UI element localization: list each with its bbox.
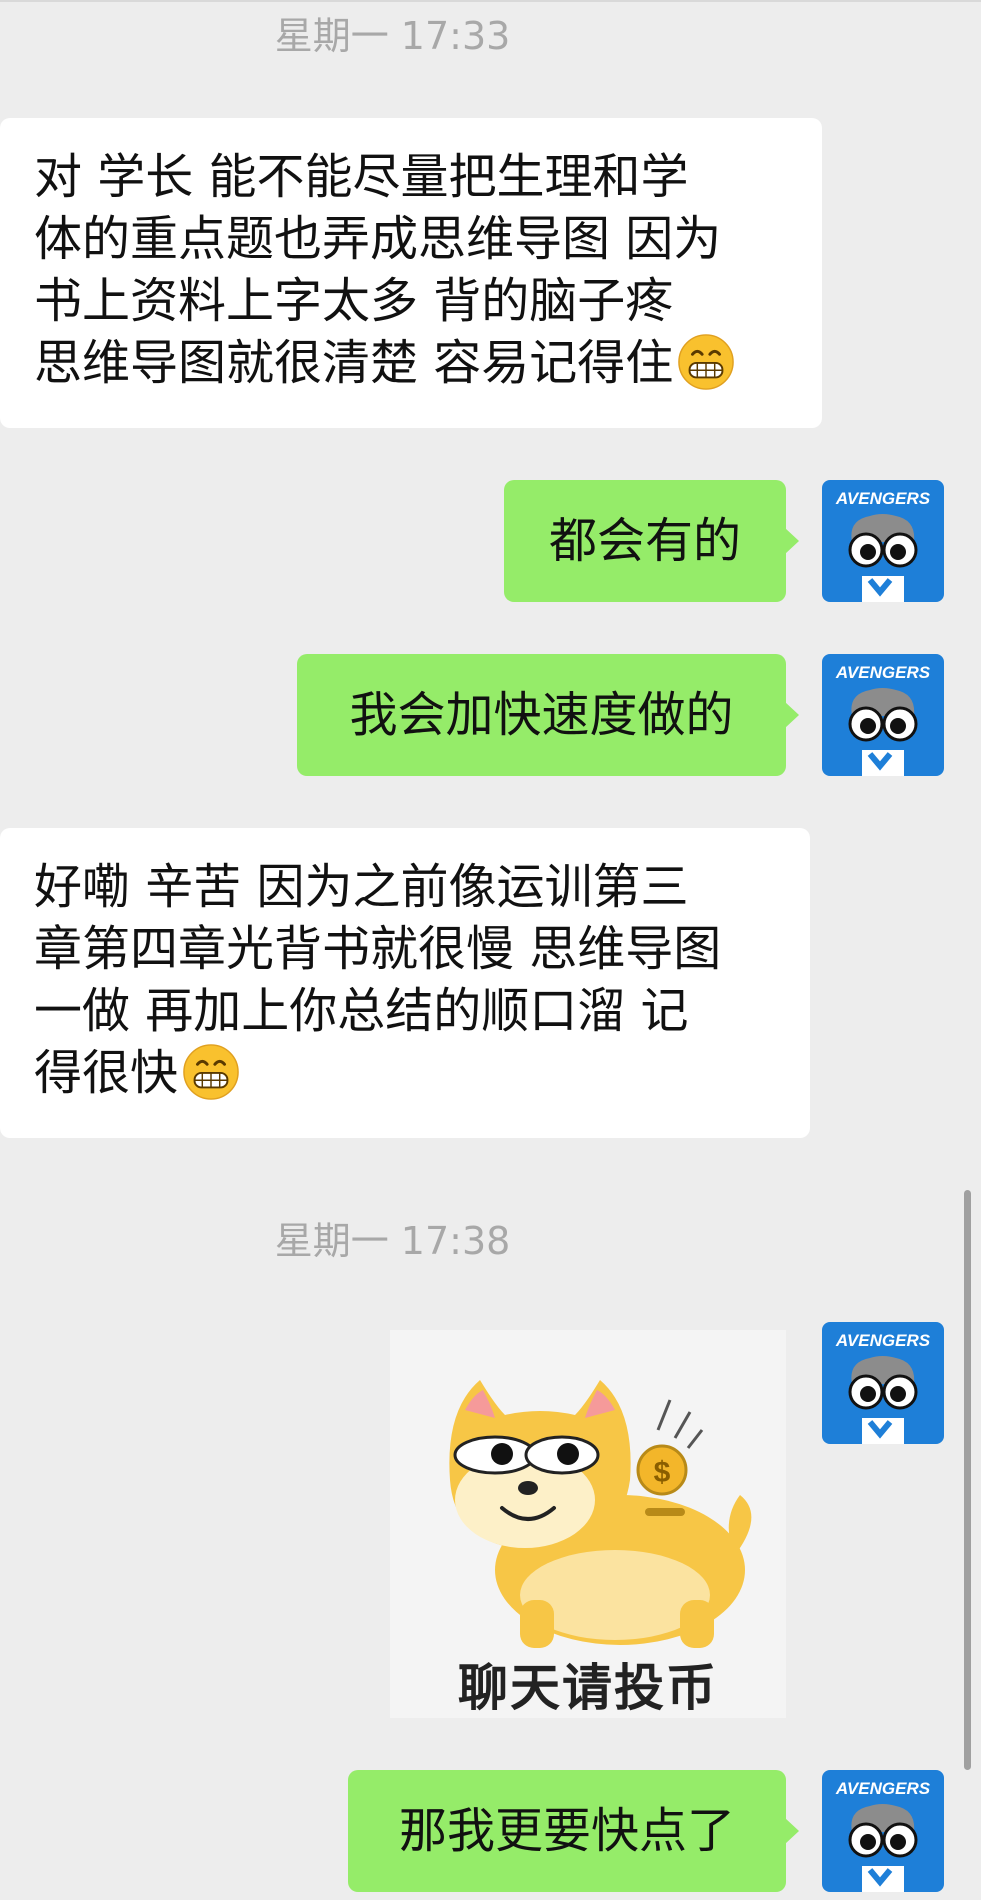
message-line: 对 学长 能不能尽量把生理和学: [34, 149, 689, 205]
message-line: 书上资料上字太多 背的脑子疼: [34, 273, 674, 329]
avengers-avatar-icon[interactable]: AVENGERS: [822, 480, 944, 602]
message-line: 章第四章光背书就很慢 思维导图: [34, 921, 722, 977]
message-line: 一做 再加上你总结的顺口溜 记: [34, 983, 689, 1039]
message-text: 那我更要快点了: [398, 1803, 735, 1859]
grinning-emoji-icon: [678, 334, 735, 390]
message-line: 体的重点题也弄成思维导图 因为: [34, 211, 722, 267]
shiba-piggy-bank-sticker[interactable]: $ 聊天请投币: [390, 1330, 786, 1718]
svg-text:AVENGERS: AVENGERS: [835, 663, 931, 682]
message-line: 好嘞 辛苦 因为之前像运训第三: [34, 859, 689, 915]
scrollbar[interactable]: [964, 1190, 971, 1770]
svg-text:AVENGERS: AVENGERS: [835, 1779, 931, 1798]
message-bubble-outgoing[interactable]: 都会有的: [504, 480, 799, 602]
message-bubble-incoming[interactable]: 好嘞 辛苦 因为之前像运训第三 章第四章光背书就很慢 思维导图 一做 再加上你总…: [0, 828, 810, 1138]
message-text: 我会加快速度做的: [349, 687, 734, 743]
top-divider: [0, 0, 981, 2]
svg-text:AVENGERS: AVENGERS: [835, 489, 931, 508]
avengers-avatar-icon[interactable]: AVENGERS: [822, 1322, 944, 1444]
svg-text:AVENGERS: AVENGERS: [835, 1331, 931, 1350]
message-bubble-incoming[interactable]: 对 学长 能不能尽量把生理和学 体的重点题也弄成思维导图 因为 书上资料上字太多…: [0, 118, 822, 428]
svg-text:$: $: [654, 1456, 671, 1489]
message-bubble-outgoing[interactable]: 我会加快速度做的: [297, 654, 799, 776]
message-line: 思维导图就很清楚 容易记得住: [34, 335, 674, 391]
avengers-avatar-icon[interactable]: AVENGERS: [822, 1770, 944, 1892]
message-text: 都会有的: [548, 513, 741, 569]
timestamp: 星期一 17:33: [274, 14, 511, 58]
message-line: 得很快: [34, 1045, 179, 1101]
message-bubble-outgoing[interactable]: 那我更要快点了: [348, 1770, 799, 1892]
timestamp: 星期一 17:38: [274, 1219, 511, 1263]
avengers-avatar-icon[interactable]: AVENGERS: [822, 654, 944, 776]
sticker-caption: 聊天请投币: [458, 1659, 718, 1717]
grinning-emoji-icon: [183, 1044, 239, 1100]
